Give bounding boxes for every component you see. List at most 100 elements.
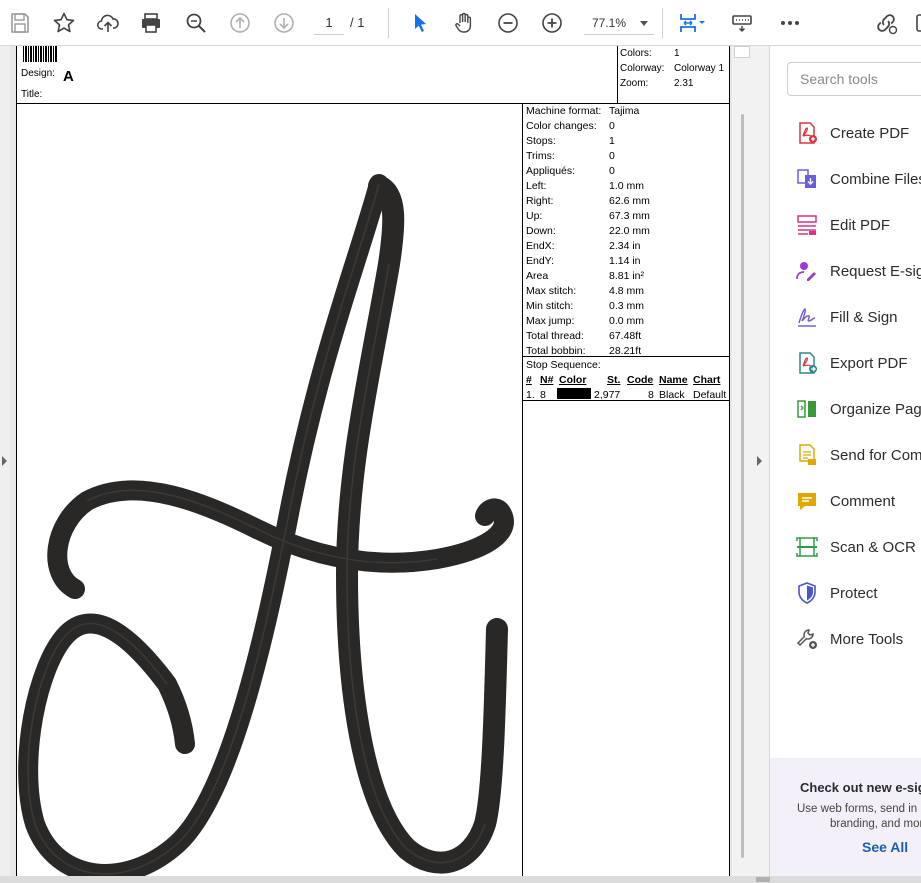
more-icon[interactable] <box>774 7 806 39</box>
stat-key: Right: <box>526 195 554 207</box>
tool-protect[interactable]: Protect <box>794 578 921 608</box>
horizontal-scrollbar-thumb[interactable] <box>756 877 770 882</box>
tool-fill-sign[interactable]: Fill & Sign <box>794 302 921 332</box>
stat-row: Max stitch: 4.8 mm <box>523 284 730 299</box>
design-stats: Machine format: Tajima Color changes: 0 Stop… <box>523 104 730 359</box>
send-comments-icon <box>794 442 820 468</box>
stat-key: Stops: <box>526 135 556 147</box>
create-pdf-icon <box>794 120 820 146</box>
bookmark-star-icon[interactable] <box>48 7 80 39</box>
stat-key: Machine format: <box>526 105 602 117</box>
horizontal-scrollbar[interactable] <box>0 876 921 883</box>
row-st: 2,977 <box>594 389 621 401</box>
zoom-level-value: 77.1% <box>592 16 627 30</box>
share-link-icon[interactable] <box>870 7 902 39</box>
see-all-link[interactable]: See All <box>862 839 908 855</box>
tool-label: Edit PDF <box>830 216 891 234</box>
stat-value: 62.6 mm <box>609 195 650 207</box>
design-preview <box>17 104 523 876</box>
stat-key: Area <box>526 270 549 282</box>
left-panel-toggle[interactable] <box>0 46 10 876</box>
hand-tool-icon[interactable] <box>448 7 480 39</box>
tool-more-tools[interactable]: More Tools <box>794 624 921 654</box>
tool-request-esign[interactable]: Request E-signatures <box>794 256 921 286</box>
pdf-page: Design: A Title: Colors: 1 Colorway: Col… <box>16 46 730 876</box>
keyboard-icon[interactable] <box>726 7 758 39</box>
barcode <box>23 46 57 62</box>
export-pdf-icon <box>794 350 820 376</box>
col-chart: Chart <box>693 374 721 386</box>
search-tools-input[interactable]: Search tools <box>787 62 921 96</box>
colors-value: 1 <box>674 48 680 59</box>
stat-value: 0 <box>609 165 615 177</box>
panel-toggle-icon[interactable] <box>910 7 921 39</box>
stat-row: EndX: 2.34 in <box>523 239 730 254</box>
stat-key: Color changes: <box>526 120 597 132</box>
promo-title: Check out new e-sign <box>800 780 921 795</box>
select-cursor-icon[interactable] <box>404 7 436 39</box>
combine-files-icon <box>794 166 820 192</box>
request-esign-icon <box>794 258 820 284</box>
stat-value: 0 <box>609 120 615 132</box>
tool-create-pdf[interactable]: Create PDF <box>794 118 921 148</box>
zoom-in-icon[interactable] <box>536 7 568 39</box>
stat-row: Trims: 0 <box>523 149 730 164</box>
stat-key: Appliqués: <box>526 165 576 177</box>
upload-cloud-icon[interactable] <box>92 7 124 39</box>
document-view[interactable]: Design: A Title: Colors: 1 Colorway: Col… <box>10 46 732 876</box>
comment-icon <box>794 488 820 514</box>
tool-label: Create PDF <box>830 124 910 142</box>
document-scrollbar[interactable] <box>732 46 752 876</box>
stat-value: 0 <box>609 150 615 162</box>
stat-key: Total thread: <box>526 330 584 342</box>
page-down-icon[interactable] <box>268 7 300 39</box>
tool-scan-ocr[interactable]: Scan & OCR <box>794 532 921 562</box>
zoom-search-icon[interactable] <box>180 7 212 39</box>
save-icon[interactable] <box>4 7 36 39</box>
stat-value: 22.0 mm <box>609 225 650 237</box>
stat-row: Right: 62.6 mm <box>523 194 730 209</box>
zoom-out-icon[interactable] <box>492 7 524 39</box>
col-name: Name <box>659 374 688 386</box>
tool-label: Combine Files <box>830 170 921 188</box>
stat-row: Left: 1.0 mm <box>523 179 730 194</box>
header-colors: Colors: 1 Colorway: Colorway 1 Zoom: 2.3… <box>617 46 730 104</box>
print-icon[interactable] <box>135 7 167 39</box>
tool-export-pdf[interactable]: Export PDF <box>794 348 921 378</box>
tool-label: Fill & Sign <box>830 308 898 326</box>
design-value: A <box>63 68 74 85</box>
stat-value: Tajima <box>609 105 640 117</box>
page-up-icon[interactable] <box>224 7 256 39</box>
stat-row: Color changes: 0 <box>523 119 730 134</box>
fit-page-icon[interactable] <box>672 7 712 39</box>
stat-key: Up: <box>526 210 543 222</box>
stat-value: 1.14 in <box>609 255 641 267</box>
tools-panel-toggle[interactable] <box>752 46 768 876</box>
fill-sign-icon <box>794 304 820 330</box>
organize-pages-icon <box>794 396 820 422</box>
scrollbar-thumb[interactable] <box>741 114 744 858</box>
chevron-right-icon <box>2 456 7 466</box>
stat-row: Max jump: 0.0 mm <box>523 314 730 329</box>
tool-edit-pdf[interactable]: Edit PDF <box>794 210 921 240</box>
stat-value: 4.8 mm <box>609 285 645 297</box>
stop-sequence-title: Stop Sequence: <box>526 359 601 371</box>
stop-sequence: Stop Sequence: # N# Color St. Code Name … <box>523 356 730 401</box>
stat-value: 2.34 in <box>609 240 641 252</box>
scan-ocr-icon <box>794 534 820 560</box>
zoom-level-select[interactable]: 77.1% <box>584 11 654 35</box>
title-label: Title: <box>21 89 43 100</box>
tool-send-comments[interactable]: Send for Comments <box>794 440 921 470</box>
scroll-top-button[interactable] <box>734 46 750 58</box>
row-code: 8 <box>648 389 654 401</box>
stat-value: 67.48ft <box>609 330 642 342</box>
page-number-input[interactable]: 1 <box>314 11 344 35</box>
tool-combine-files[interactable]: Combine Files <box>794 164 921 194</box>
stat-row: Appliqués: 0 <box>523 164 730 179</box>
zoom-label: Zoom: <box>620 78 649 89</box>
stat-row: Machine format: Tajima <box>523 104 730 119</box>
tool-organize-pages[interactable]: Organize Pages <box>794 394 921 424</box>
stat-row: Total thread: 67.48ft <box>523 329 730 344</box>
colorway-label: Colorway: <box>620 63 665 74</box>
tool-comment[interactable]: Comment <box>794 486 921 516</box>
